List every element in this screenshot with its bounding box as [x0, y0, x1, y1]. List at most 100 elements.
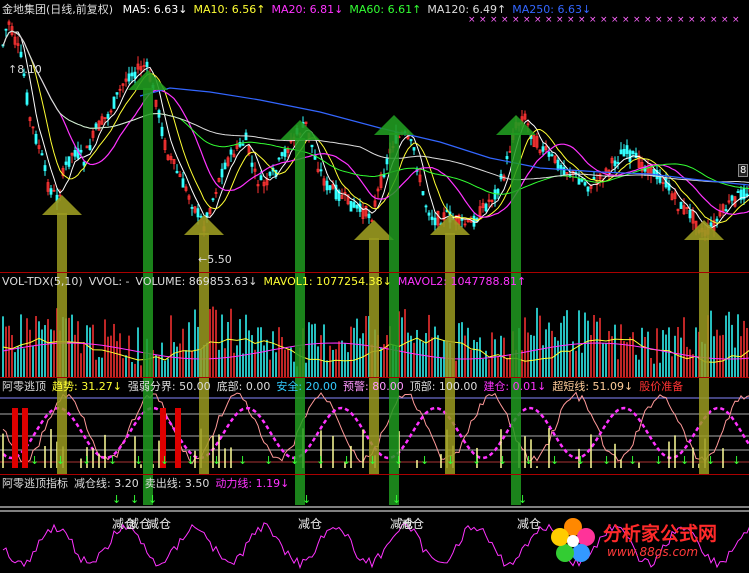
candle-body — [634, 152, 638, 159]
right-axis-marker: 8 — [738, 164, 749, 177]
ma-legend: MA5: 6.63↓ MA10: 6.56↑ MA20: 6.81↓ MA60: 6.… — [123, 3, 598, 16]
top-x-marker: × — [468, 15, 476, 25]
candle-body — [88, 145, 92, 151]
top-x-marker: × — [666, 15, 674, 25]
escape-legend-item: 预警: 80.00 — [343, 380, 404, 393]
top-x-marker: × — [501, 15, 509, 25]
green-arrow: ↓ — [108, 454, 117, 467]
candle-body — [724, 209, 728, 212]
indicator-header: 阿零逃顶指标 减仓线: 3.20 卖出线: 3.50 动力线: 1.19↓ — [2, 477, 295, 490]
candle-body — [562, 167, 566, 175]
candle-body — [277, 157, 281, 160]
candle-body — [106, 113, 110, 119]
candle-body — [34, 133, 38, 144]
candle-body — [592, 177, 596, 180]
candle-body — [709, 222, 713, 227]
candle-body — [367, 213, 371, 219]
green-arrow: ↓ — [212, 454, 221, 467]
escape-bar — [12, 408, 18, 468]
price-panel[interactable]: 金地集团(日线,前复权) MA5: 6.63↓ MA10: 6.56↑ MA20: … — [0, 0, 749, 272]
candle-body — [223, 162, 227, 170]
green-arrow: ↓ — [342, 454, 351, 467]
signal-arrow-head — [496, 115, 536, 135]
separator — [0, 272, 749, 273]
green-arrow: ↓ — [56, 454, 65, 467]
signal-arrow-shaft — [295, 273, 305, 377]
signal-arrow-shaft — [511, 273, 521, 377]
candle-body — [679, 201, 683, 209]
green-arrow: ↓ — [302, 493, 311, 506]
top-x-marker: × — [655, 15, 663, 25]
green-arrow: ↓ — [130, 493, 139, 506]
volume-legend-item: VOL-TDX(5,10) — [2, 275, 83, 288]
green-arrow: ↓ — [518, 493, 527, 506]
ma-value: MA10: 6.56↑ — [193, 3, 266, 16]
top-x-marker: × — [633, 15, 641, 25]
candle-body — [385, 158, 389, 165]
candle-body — [556, 159, 560, 171]
stock-name: 金地集团(日线,前复权) — [2, 3, 114, 16]
candle-body — [484, 203, 488, 212]
candle-body — [328, 185, 332, 191]
flower-icon — [551, 518, 595, 562]
top-x-marker: × — [523, 15, 531, 25]
signal-arrow-shaft — [57, 213, 67, 272]
candle-body — [280, 152, 284, 156]
signal-arrow-shaft — [143, 273, 153, 377]
candle-body — [355, 204, 359, 209]
candle-body — [199, 215, 203, 218]
top-x-marker: × — [479, 15, 487, 25]
candle-body — [421, 191, 425, 196]
signal-arrow-shaft — [389, 133, 399, 272]
signal-arrow-shaft — [445, 233, 455, 272]
indicator-legend-item: 卖出线: 3.50 — [144, 477, 210, 490]
escape-bar — [22, 408, 28, 468]
escape-legend-item: 顶部: 100.00 — [409, 380, 478, 393]
volume-chart[interactable] — [0, 273, 749, 377]
escape-header: 阿零逃顶 趋势: 31.27↓ 强弱分界: 50.00 底部: 0.00 安全: 20.… — [2, 380, 689, 393]
price-chart[interactable]: × × × × × × × × × × × × × × × × × × × × × × × × × — [0, 0, 749, 272]
candle-body — [619, 149, 623, 155]
escape-panel[interactable]: 阿零逃顶 趋势: 31.27↓ 强弱分界: 50.00 底部: 0.00 安全: 20.… — [0, 378, 749, 474]
signal-arrow-shaft — [445, 273, 455, 377]
signal-arrow-shaft — [511, 133, 521, 272]
signal-arrow-shaft — [295, 138, 305, 272]
green-arrow: ↓ — [186, 454, 195, 467]
ma-value: MA20: 6.81↓ — [271, 3, 344, 16]
candle-body — [64, 161, 68, 165]
volume-panel[interactable]: VOL-TDX(5,10) VVOL: - VOLUME: 869853.63↓ MA… — [0, 273, 749, 377]
candle-body — [616, 162, 620, 164]
green-arrow: ↓ — [160, 454, 169, 467]
candle-body — [427, 212, 431, 216]
candle-body — [94, 123, 98, 129]
candle-body — [310, 144, 314, 148]
green-arrow: ↓ — [680, 454, 689, 467]
signal-arrow-shaft — [699, 273, 709, 377]
green-arrow: ↓ — [602, 454, 611, 467]
volume-legend-item: VOLUME: 869853.63↓ — [135, 275, 258, 288]
green-arrow: ↓ — [706, 454, 715, 467]
ma-value: MA120: 6.49↑ — [427, 3, 507, 16]
escape-legend-item: 阿零逃顶 — [2, 380, 46, 393]
separator — [0, 474, 749, 475]
candle-body — [688, 209, 692, 219]
top-x-marker: × — [677, 15, 685, 25]
signal-arrow-shaft — [699, 238, 709, 272]
candle-body — [40, 153, 44, 156]
top-x-marker: × — [600, 15, 608, 25]
candle-body — [67, 156, 71, 167]
top-x-marker: × — [688, 15, 696, 25]
green-arrow: ↓ — [112, 493, 121, 506]
candle-body — [283, 148, 287, 157]
candle-body — [79, 149, 83, 153]
top-x-marker: × — [644, 15, 652, 25]
reduce-label: 减仓 — [400, 517, 425, 531]
separator — [0, 377, 749, 378]
green-arrow: ↓ — [446, 454, 455, 467]
top-x-marker: × — [622, 15, 630, 25]
escape-legend-item: 超短线: 51.09↓ — [552, 380, 634, 393]
signal-arrow-shaft — [57, 273, 67, 377]
indicator-legend-item: 动力线: 1.19↓ — [215, 477, 290, 490]
candle-body — [73, 149, 77, 157]
escape-legend-item: 底部: 0.00 — [216, 380, 271, 393]
